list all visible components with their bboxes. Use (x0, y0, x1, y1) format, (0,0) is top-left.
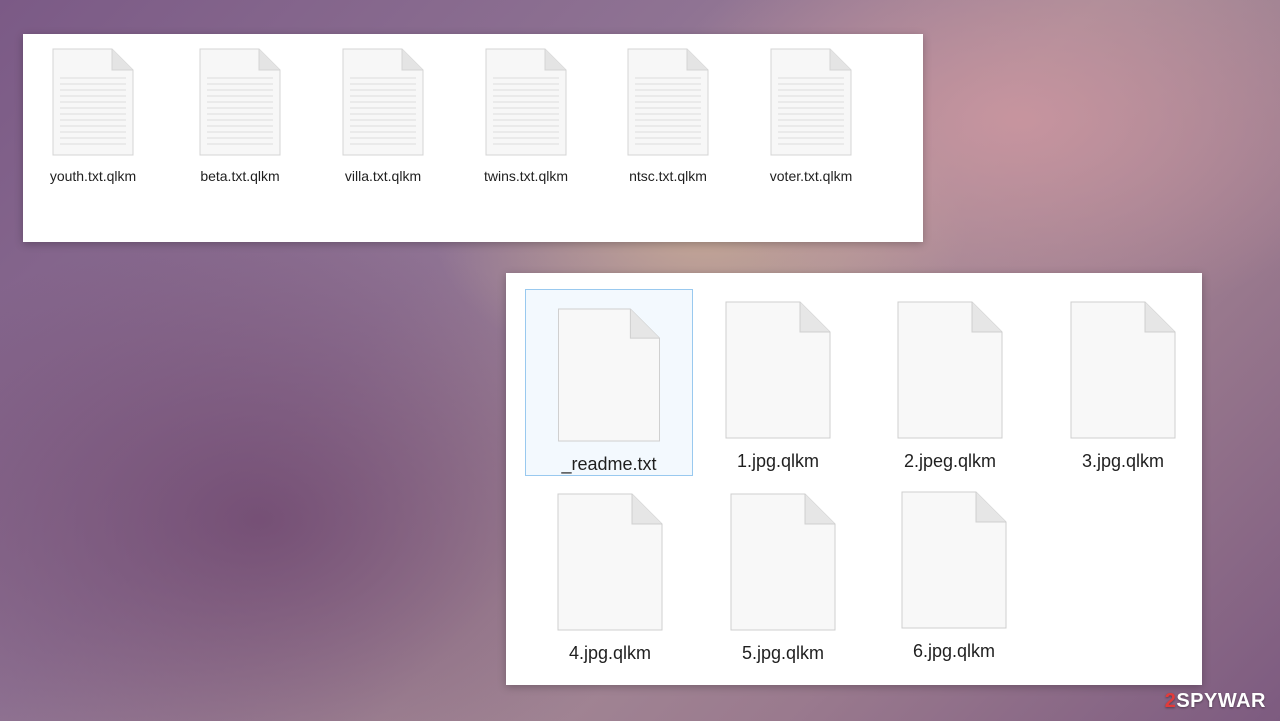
blank-file-icon (725, 301, 831, 439)
file-name-label: youth.txt.qlkm (49, 168, 137, 184)
file-item[interactable]: youth.txt.qlkm (28, 48, 158, 184)
file-item[interactable]: twins.txt.qlkm (461, 48, 591, 184)
file-item[interactable]: villa.txt.qlkm (318, 48, 448, 184)
file-item[interactable]: 4.jpg.qlkm (526, 493, 694, 664)
file-item-selected[interactable]: _readme.txt (525, 289, 693, 476)
blank-file-icon (1070, 301, 1176, 439)
watermark-text: SPYWAR (1176, 690, 1266, 712)
file-name-label: villa.txt.qlkm (344, 168, 422, 184)
file-name-label: ntsc.txt.qlkm (629, 168, 707, 184)
file-name-label: beta.txt.qlkm (200, 168, 280, 184)
text-file-icon (627, 48, 709, 156)
blank-file-icon (897, 301, 1003, 439)
text-file-icon (52, 48, 134, 156)
file-item[interactable]: beta.txt.qlkm (175, 48, 305, 184)
file-item[interactable]: 2.jpeg.qlkm (866, 301, 1034, 472)
file-explorer-panel-top: youth.txt.qlkm beta.txt.qlkm villa.txt.q… (23, 34, 923, 242)
text-file-icon (199, 48, 281, 156)
text-file-icon (342, 48, 424, 156)
watermark-logo: 2SPYWAR (1165, 690, 1266, 713)
file-item[interactable]: 3.jpg.qlkm (1039, 301, 1207, 472)
file-item[interactable]: 6.jpg.qlkm (870, 491, 1038, 662)
blank-file-icon (558, 308, 660, 442)
file-name-label: 3.jpg.qlkm (1081, 451, 1165, 471)
file-name-label: twins.txt.qlkm (483, 168, 568, 184)
text-file-icon (770, 48, 852, 156)
blank-file-icon (901, 491, 1007, 629)
file-name-label: 1.jpg.qlkm (736, 451, 820, 471)
watermark-prefix: 2 (1164, 690, 1177, 712)
file-name-label: 2.jpeg.qlkm (903, 451, 997, 471)
file-name-label: voter.txt.qlkm (769, 168, 853, 184)
file-name-label: 4.jpg.qlkm (568, 643, 652, 663)
file-explorer-panel-bottom: _readme.txt 1.jpg.qlkm 2.jpeg.qlkm 3.jpg… (506, 273, 1202, 685)
file-name-label: 5.jpg.qlkm (741, 643, 825, 663)
file-item[interactable]: 5.jpg.qlkm (699, 493, 867, 664)
file-item[interactable]: 1.jpg.qlkm (694, 301, 862, 472)
file-name-label: 6.jpg.qlkm (912, 641, 996, 661)
blank-file-icon (557, 493, 663, 631)
text-file-icon (485, 48, 567, 156)
blank-file-icon (730, 493, 836, 631)
file-item[interactable]: voter.txt.qlkm (746, 48, 876, 184)
file-item[interactable]: ntsc.txt.qlkm (603, 48, 733, 184)
file-name-label: _readme.txt (561, 454, 657, 474)
